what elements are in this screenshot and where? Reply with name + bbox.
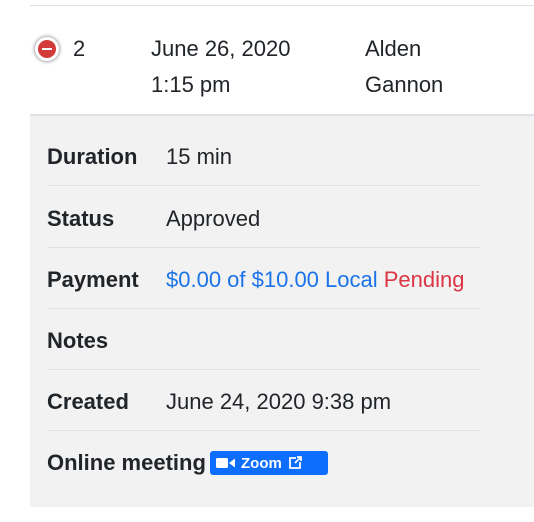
appointment-time: 1:15 pm [151, 72, 231, 97]
appointment-datetime: June 26, 2020 1:15 pm [151, 31, 290, 103]
duration-value: 15 min [166, 144, 233, 169]
detail-duration: Duration 15 min [47, 124, 481, 186]
status-value: Approved [166, 206, 261, 231]
payment-status: Pending [383, 267, 465, 292]
external-link-icon [287, 455, 303, 471]
detail-status: Status Approved [47, 186, 481, 248]
payment-amount-link[interactable]: $0.00 of $10.00 Local [166, 267, 378, 292]
created-value: June 24, 2020 9:38 pm [166, 389, 392, 414]
payment-value: $0.00 of $10.00 Local Pending [166, 265, 465, 295]
appointment-id: 2 [73, 36, 86, 61]
detail-created: Created June 24, 2020 9:38 pm [47, 369, 481, 431]
created-label: Created [47, 389, 129, 414]
detail-notes: Notes [47, 308, 481, 370]
customer-first-name: Alden [365, 36, 422, 61]
zoom-label: Zoom [241, 454, 282, 472]
video-camera-icon [216, 457, 236, 469]
online-meeting-label: Online meeting [47, 450, 206, 475]
zoom-meeting-button[interactable]: Zoom [210, 451, 328, 475]
notes-label: Notes [47, 328, 109, 353]
minus-circle-icon [38, 40, 56, 58]
appointment-table: 2 June 26, 2020 1:15 pm Alden Gannon Dur… [30, 0, 534, 507]
payment-label: Payment [47, 267, 139, 292]
row-details-panel: Duration 15 min Status Approved Payment … [30, 116, 534, 507]
customer-name: Alden Gannon [365, 31, 443, 103]
table-row: 2 June 26, 2020 1:15 pm Alden Gannon [30, 6, 534, 114]
collapse-row-button[interactable] [34, 36, 60, 62]
status-label: Status [47, 206, 115, 231]
appointment-date: June 26, 2020 [151, 36, 291, 61]
customer-last-name: Gannon [365, 72, 444, 97]
detail-payment: Payment $0.00 of $10.00 Local Pending [47, 247, 481, 309]
duration-label: Duration [47, 144, 138, 169]
